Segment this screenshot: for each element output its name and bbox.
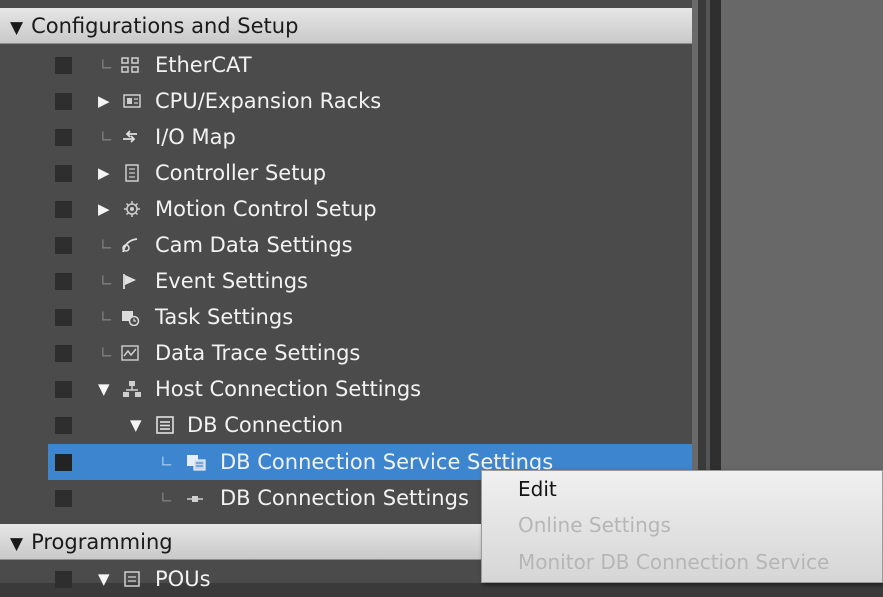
collapse-toggle[interactable]: ▼ [10,534,23,554]
status-square [55,454,72,471]
tree-item-io-map[interactable]: ∟ I/O Map [0,119,692,155]
tree-connector: ∟ [100,235,114,254]
tree-item-label: Cam Data Settings [155,233,353,257]
event-flag-icon [123,274,136,289]
io-map-icon [123,130,137,143]
tree-item-label: Task Settings [155,305,294,329]
tree-connector: ∟ [100,271,114,290]
collapse-toggle[interactable]: ▼ [98,371,110,407]
tree-connector: ∟ [100,127,114,146]
gear-icon [124,201,140,217]
tree-item-label: CPU/Expansion Racks [155,89,382,113]
tree-item-cpu-expansion-racks[interactable]: ▶ CPU/Expansion Racks [0,83,692,119]
tree-item-motion-control-setup[interactable]: ▶ Motion Control Setup [0,191,692,227]
status-square [55,165,72,182]
status-square [55,93,72,110]
context-menu: Edit Online Settings Monitor DB Connecti… [481,470,883,583]
tree-item-label: DB Connection [187,413,344,437]
tree-connector: ∟ [100,55,114,74]
host-connection-icon [123,381,141,397]
tree-item-ethercat[interactable]: ∟ EtherCAT [0,47,692,83]
cam-data-icon [122,238,138,253]
status-square [55,129,72,146]
status-square [55,201,72,218]
tree-connector: ∟ [100,343,114,362]
tree-item-task-settings[interactable]: ∟ Task Settings [0,299,692,335]
status-square [55,381,72,398]
status-square [55,57,72,74]
tree-item-label: Motion Control Setup [155,197,377,221]
menu-item-monitor-db-connection-service[interactable]: Monitor DB Connection Service [518,550,829,574]
pou-icon [124,571,140,587]
section-header-label: Programming [31,530,173,554]
tree-item-event-settings[interactable]: ∟ Event Settings [0,263,692,299]
menu-item-online-settings[interactable]: Online Settings [518,513,671,537]
status-square [55,571,72,588]
expand-toggle[interactable]: ▶ [98,83,110,119]
tree-item-data-trace-settings[interactable]: ∟ Data Trace Settings [0,335,692,371]
status-square [55,490,72,507]
section-header-configurations[interactable]: ▼ Configurations and Setup [0,8,692,44]
task-icon [122,311,140,326]
expand-toggle[interactable]: ▶ [98,155,110,191]
status-square [55,273,72,290]
status-square [55,417,72,434]
tree-item-label: EtherCAT [155,53,252,77]
tree-item-label: Event Settings [155,269,308,293]
expand-toggle[interactable]: ▶ [98,191,110,227]
collapse-toggle[interactable]: ▼ [98,561,110,597]
controller-setup-icon [125,164,139,182]
tree-item-label: I/O Map [155,125,236,149]
db-service-icon [187,455,206,471]
tree-item-controller-setup[interactable]: ▶ Controller Setup [0,155,692,191]
collapse-toggle[interactable]: ▼ [10,18,23,38]
db-connection-icon [156,416,174,434]
tree-connector: ∟ [100,307,114,326]
tree-connector: ∟ [160,452,174,471]
data-trace-icon [121,345,139,361]
tree-item-host-connection-settings[interactable]: ▼ Host Connection Settings [0,371,692,407]
status-square [55,237,72,254]
tree-item-label: DB Connection Settings [220,486,469,510]
status-square [55,309,72,326]
tree-item-cam-data-settings[interactable]: ∟ Cam Data Settings [0,227,692,263]
collapse-toggle[interactable]: ▼ [130,407,142,443]
tree-item-db-connection[interactable]: ▼ DB Connection [0,407,692,443]
tree-item-label: Controller Setup [155,161,327,185]
tree-item-label: Data Trace Settings [155,341,361,365]
tree-connector: ∟ [160,488,174,507]
tree-item-label: POUs [155,567,211,591]
tree-item-label: Host Connection Settings [155,377,422,401]
cpu-rack-icon [123,94,141,108]
section-header-label: Configurations and Setup [31,14,299,38]
status-square [55,345,72,362]
menu-item-edit[interactable]: Edit [518,477,557,501]
ethercat-icon [121,57,139,73]
db-settings-icon [187,496,203,502]
